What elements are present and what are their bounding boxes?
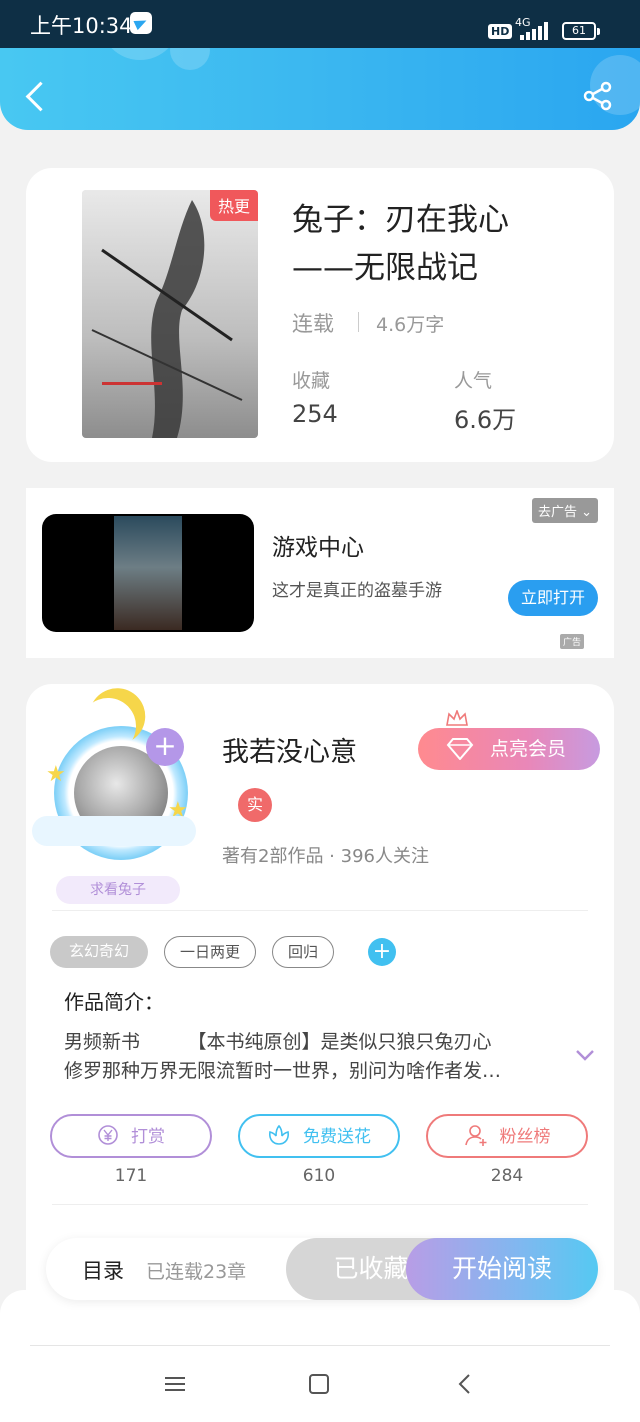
back-button[interactable] bbox=[20, 78, 50, 114]
tip-label: 打赏 bbox=[131, 1127, 165, 1147]
send-flower-label: 免费送花 bbox=[303, 1127, 371, 1147]
chevron-down-icon[interactable] bbox=[574, 1044, 596, 1066]
cover-art bbox=[82, 190, 258, 438]
book-status: 连载 bbox=[292, 312, 334, 336]
hot-tag: 热更 bbox=[209, 190, 258, 221]
divider bbox=[52, 910, 588, 911]
tag-return[interactable]: 回归 bbox=[272, 936, 334, 968]
book-cover[interactable]: 热更 bbox=[82, 190, 258, 438]
battery-icon: 61 bbox=[562, 22, 600, 40]
ad-title: 游戏中心 bbox=[272, 535, 364, 561]
flower-icon bbox=[269, 1124, 289, 1145]
ad-open-button[interactable]: 立即打开 bbox=[508, 580, 598, 616]
tip-button[interactable]: 打赏 bbox=[50, 1114, 212, 1158]
book-title-line1: 兔子：刃在我心 bbox=[292, 202, 509, 238]
word-count: 4.6万字 bbox=[376, 314, 445, 336]
status-bar: 上午10:34 HD 4G 61 bbox=[0, 0, 640, 48]
collect-value: 254 bbox=[292, 400, 338, 428]
intro-text: 男频新书 【本书纯原创】是类似只狼只兔刃心 修罗那种万界无限流暂时一世界，别问为… bbox=[64, 1028, 564, 1086]
status-time: 上午10:34 bbox=[30, 14, 133, 38]
back-icon[interactable] bbox=[450, 1370, 480, 1398]
tip-count: 171 bbox=[114, 1166, 148, 1186]
cloud-decoration bbox=[32, 816, 196, 846]
yen-icon bbox=[98, 1125, 118, 1145]
book-info-card: 热更 兔子：刃在我心 ——无限战记 连载 4.6万字 收藏 254 人气 6.6… bbox=[26, 168, 614, 462]
home-icon[interactable] bbox=[304, 1370, 334, 1398]
popularity-value: 6.6万 bbox=[454, 406, 517, 434]
bottom-sheet bbox=[0, 1290, 640, 1422]
intro-heading: 作品简介： bbox=[64, 990, 164, 1014]
intro-line-1: 男频新书 【本书纯原创】是类似只狼只兔刃心 bbox=[64, 1031, 492, 1053]
crown-icon bbox=[446, 710, 468, 726]
fan-count: 284 bbox=[490, 1166, 524, 1186]
author-name[interactable]: 我若没心意 bbox=[222, 730, 357, 769]
start-reading-button[interactable]: 开始阅读 bbox=[406, 1238, 598, 1300]
author-avatar-block: ★ ★ + 求看兔子 bbox=[32, 698, 202, 908]
user-icon bbox=[464, 1125, 486, 1146]
share-icon[interactable] bbox=[582, 80, 614, 112]
remove-ad-label: 去广告 bbox=[538, 505, 578, 520]
toc-button[interactable]: 目录 bbox=[82, 1255, 124, 1285]
reading-action-bar: 目录 已连载23章 已收藏 开始阅读 bbox=[46, 1238, 598, 1300]
popularity-label: 人气 bbox=[454, 370, 493, 392]
tag-update-frequency[interactable]: 一日两更 bbox=[164, 936, 256, 968]
menu-icon[interactable] bbox=[160, 1370, 190, 1398]
intro-line-2: 修罗那种万界无限流暂时一世界，别问为啥作者发… bbox=[64, 1060, 502, 1082]
remove-ad-button[interactable]: 去广告 ⌄ bbox=[532, 498, 599, 523]
ad-thumbnail[interactable] bbox=[42, 514, 254, 632]
chapter-count[interactable]: 已连载23章 bbox=[146, 1257, 246, 1284]
signal-icon bbox=[514, 22, 554, 40]
diamond-icon bbox=[446, 738, 474, 760]
vip-button[interactable]: 点亮会员 bbox=[418, 728, 600, 770]
book-title: 兔子：刃在我心 ——无限战记 bbox=[292, 196, 592, 292]
divider bbox=[358, 312, 359, 332]
send-flower-button[interactable]: 免费送花 bbox=[238, 1114, 400, 1158]
divider bbox=[30, 1345, 610, 1346]
flower-count: 610 bbox=[302, 1166, 336, 1186]
author-stats: 著有2部作品 · 396人关注 bbox=[222, 846, 429, 867]
hd-badge: HD bbox=[488, 24, 513, 39]
ad-mark: 广告 bbox=[560, 634, 585, 649]
ad-banner[interactable]: 游戏中心 这才是真正的盗墓手游 去广告 ⌄ 立即打开 广告 bbox=[26, 488, 614, 658]
header-bar: 上午10:34 HD 4G 61 bbox=[0, 0, 640, 130]
divider bbox=[52, 1204, 588, 1205]
telegram-icon bbox=[130, 12, 152, 34]
collect-label: 收藏 bbox=[292, 370, 331, 392]
fan-rank-label: 粉丝榜 bbox=[499, 1127, 551, 1147]
ad-description: 这才是真正的盗墓手游 bbox=[272, 581, 442, 601]
follow-button[interactable]: + bbox=[146, 728, 184, 766]
star-icon: ★ bbox=[46, 762, 66, 787]
add-tag-button[interactable]: + bbox=[368, 938, 396, 966]
ad-poster-image bbox=[114, 516, 182, 630]
tag-genre[interactable]: 玄幻奇幻 bbox=[50, 936, 148, 968]
vip-label: 点亮会员 bbox=[490, 738, 567, 760]
fan-rank-button[interactable]: 粉丝榜 bbox=[426, 1114, 588, 1158]
book-title-line2: ——无限战记 bbox=[292, 250, 478, 286]
beg-badge[interactable]: 求看兔子 bbox=[56, 876, 180, 904]
verified-badge: 实 bbox=[238, 788, 272, 822]
